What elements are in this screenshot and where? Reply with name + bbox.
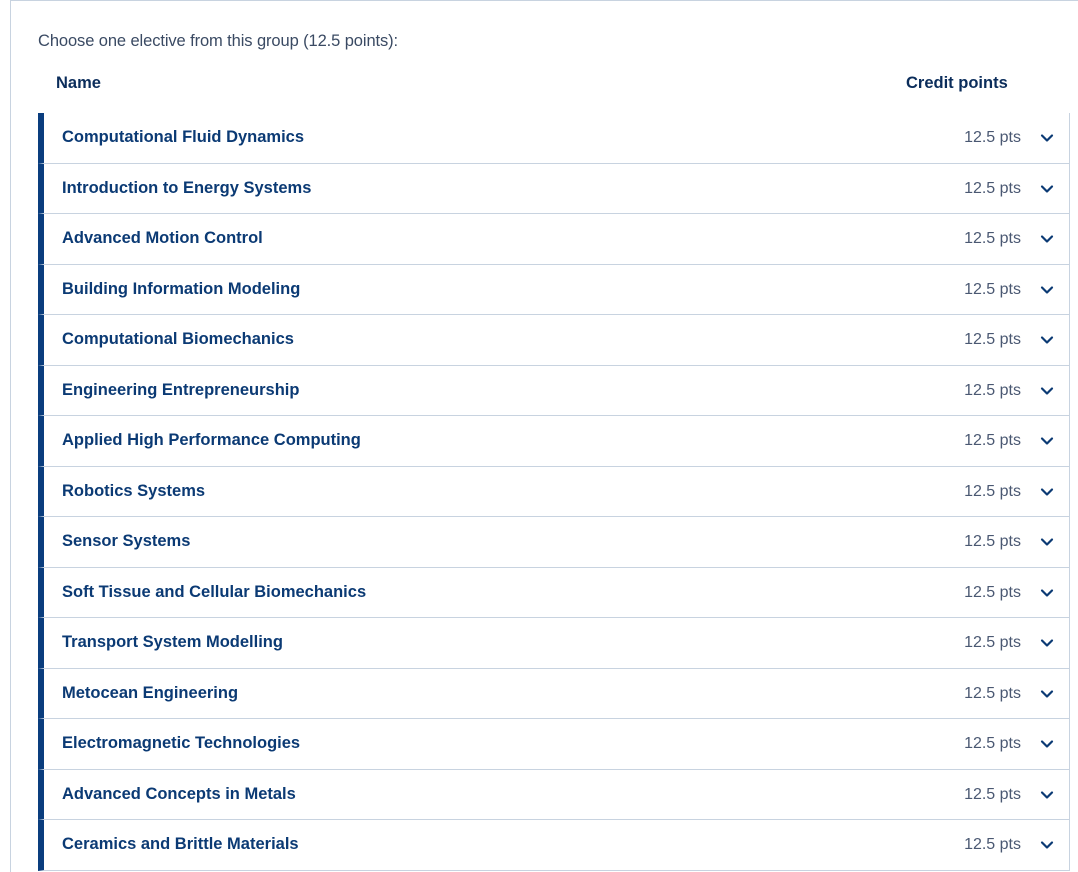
elective-credit-points: 12.5 pts bbox=[964, 179, 1021, 197]
elective-name: Metocean Engineering bbox=[62, 683, 239, 702]
elective-row[interactable]: Soft Tissue and Cellular Biomechanics 12… bbox=[38, 567, 1070, 618]
chevron-down-icon[interactable] bbox=[1039, 585, 1055, 601]
elective-credit-points: 12.5 pts bbox=[964, 331, 1021, 348]
elective-credit-points: 12.5 pts bbox=[964, 836, 1021, 853]
elective-credit-points: 12.5 pts bbox=[964, 735, 1021, 752]
elective-credit-points: 12.5 pts bbox=[964, 230, 1021, 247]
elective-row[interactable]: Engineering Entrepreneurship 12.5 pts bbox=[38, 365, 1070, 416]
elective-credit-points: 12.5 pts bbox=[964, 583, 1021, 601]
elective-name: Computational Biomechanics bbox=[62, 330, 294, 348]
elective-credit-points: 12.5 pts bbox=[964, 785, 1021, 803]
elective-credit-points: 12.5 pts bbox=[964, 533, 1021, 550]
elective-row[interactable]: Sensor Systems 12.5 pts bbox=[38, 517, 1070, 568]
elective-row[interactable]: Ceramics and Brittle Materials 12.5 pts bbox=[38, 820, 1070, 871]
elective-group-instructions: Choose one elective from this group (12.… bbox=[38, 32, 399, 50]
chevron-down-icon[interactable] bbox=[1039, 130, 1055, 146]
elective-row[interactable]: Robotics Systems 12.5 pts bbox=[38, 466, 1070, 517]
elective-row[interactable]: Metocean Engineering 12.5 pts bbox=[38, 668, 1070, 719]
elective-row[interactable]: Transport System Modelling 12.5 pts bbox=[38, 618, 1070, 669]
elective-row[interactable]: Building Information Modeling 12.5 pts bbox=[38, 264, 1070, 315]
elective-name: Applied High Performance Computing bbox=[62, 431, 361, 449]
chevron-down-icon[interactable] bbox=[1039, 787, 1055, 803]
chevron-down-icon[interactable] bbox=[1039, 433, 1055, 449]
elective-name: Computational Fluid Dynamics bbox=[62, 128, 305, 146]
elective-name: Electromagnetic Technologies bbox=[62, 734, 301, 752]
chevron-down-icon[interactable] bbox=[1039, 635, 1055, 651]
elective-row[interactable]: Computational Fluid Dynamics 12.5 pts bbox=[38, 113, 1070, 164]
elective-name: Advanced Concepts in Metals bbox=[62, 784, 296, 803]
elective-name: Sensor Systems bbox=[62, 532, 191, 550]
elective-credit-points: 12.5 pts bbox=[964, 432, 1021, 449]
chevron-down-icon[interactable] bbox=[1039, 686, 1055, 702]
elective-name: Advanced Motion Control bbox=[62, 229, 263, 247]
chevron-down-icon[interactable] bbox=[1039, 837, 1055, 853]
chevron-down-icon[interactable] bbox=[1039, 332, 1055, 348]
elective-credit-points: 12.5 pts bbox=[964, 482, 1021, 500]
elective-row[interactable]: Introduction to Energy Systems 12.5 pts bbox=[38, 163, 1070, 214]
chevron-down-icon[interactable] bbox=[1039, 282, 1055, 298]
elective-name: Robotics Systems bbox=[62, 481, 206, 500]
elective-name: Soft Tissue and Cellular Biomechanics bbox=[62, 582, 367, 601]
elective-name: Engineering Entrepreneurship bbox=[62, 380, 300, 399]
elective-row[interactable]: Electromagnetic Technologies 12.5 pts bbox=[38, 719, 1070, 770]
elective-credit-points: 12.5 pts bbox=[964, 129, 1021, 146]
elective-name: Introduction to Energy Systems bbox=[62, 178, 312, 197]
elective-row[interactable]: Applied High Performance Computing 12.5 … bbox=[38, 416, 1070, 467]
chevron-down-icon[interactable] bbox=[1039, 484, 1055, 500]
chevron-down-icon[interactable] bbox=[1039, 534, 1055, 550]
column-header-credit-points: Credit points bbox=[906, 74, 1008, 92]
elective-row[interactable]: Advanced Motion Control 12.5 pts bbox=[38, 214, 1070, 265]
elective-credit-points: 12.5 pts bbox=[964, 280, 1021, 298]
elective-row[interactable]: Advanced Concepts in Metals 12.5 pts bbox=[38, 769, 1070, 820]
elective-credit-points: 12.5 pts bbox=[964, 634, 1021, 651]
chevron-down-icon[interactable] bbox=[1039, 181, 1055, 197]
elective-list: Computational Fluid Dynamics 12.5 pts In… bbox=[38, 113, 1070, 871]
elective-name: Building Information Modeling bbox=[62, 279, 301, 298]
elective-credit-points: 12.5 pts bbox=[964, 684, 1021, 702]
elective-row[interactable]: Computational Biomechanics 12.5 pts bbox=[38, 315, 1070, 366]
elective-credit-points: 12.5 pts bbox=[964, 381, 1021, 399]
chevron-down-icon[interactable] bbox=[1039, 231, 1055, 247]
column-header-name: Name bbox=[56, 74, 101, 92]
elective-name: Transport System Modelling bbox=[62, 633, 283, 651]
chevron-down-icon[interactable] bbox=[1039, 736, 1055, 752]
elective-name: Ceramics and Brittle Materials bbox=[62, 835, 299, 853]
chevron-down-icon[interactable] bbox=[1039, 383, 1055, 399]
